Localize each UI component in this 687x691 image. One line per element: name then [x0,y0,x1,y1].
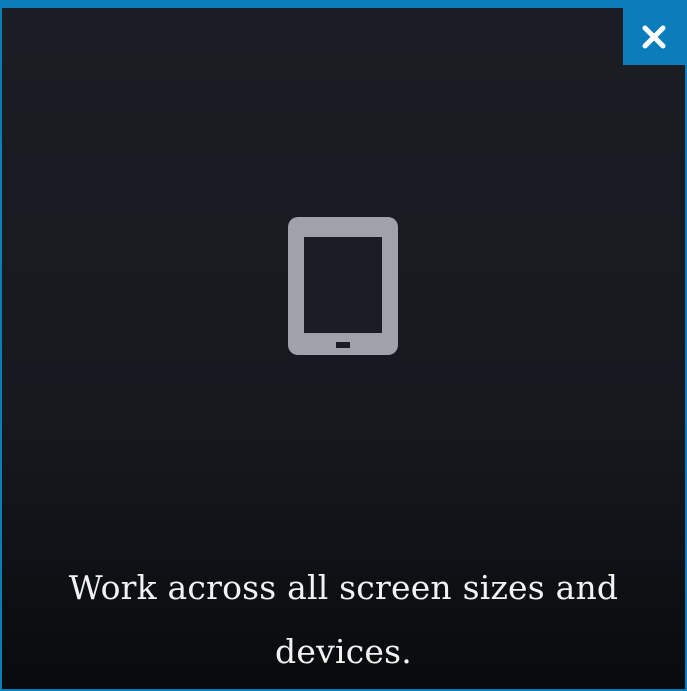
feature-modal: Work across all screen sizes and devices… [0,0,687,691]
close-button[interactable] [623,8,685,65]
feature-caption: Work across all screen sizes and devices… [68,568,619,671]
close-icon[interactable] [641,24,667,50]
tablet-icon [288,217,398,355]
